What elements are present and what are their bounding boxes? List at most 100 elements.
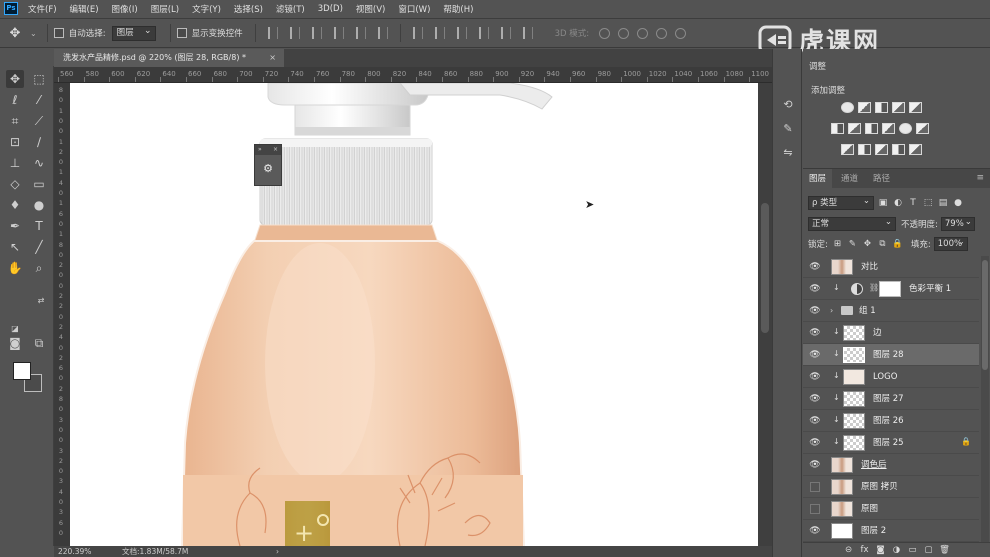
menu-type[interactable]: 文字(Y) — [192, 3, 221, 15]
3d-slide-icon[interactable] — [656, 27, 668, 39]
visibility-eye-icon[interactable]: 👁 — [809, 393, 821, 405]
lock-artboard-icon[interactable]: ⧉ — [877, 239, 888, 249]
lock-position-icon[interactable]: ✥ — [862, 239, 873, 249]
distribute-hcenter-icon[interactable] — [500, 27, 511, 39]
menu-3d[interactable]: 3D(D) — [318, 4, 343, 14]
menu-layer[interactable]: 图层(L) — [151, 3, 179, 15]
clone-stamp-icon[interactable]: ⊥ — [6, 154, 24, 172]
layer-row[interactable]: 原图 拷贝 — [803, 476, 979, 498]
canvas-scroll-thumb[interactable] — [761, 203, 769, 333]
align-right-icon[interactable] — [377, 27, 388, 39]
new-group-icon[interactable]: ▭ — [905, 545, 921, 555]
curves-icon[interactable] — [875, 102, 888, 113]
brush-settings-icon[interactable]: ✎ — [780, 121, 796, 137]
presets-panel-icon[interactable]: ⇋ — [780, 145, 796, 161]
move-tool-icon[interactable]: ✥ — [0, 26, 30, 41]
panel-menu-icon[interactable]: ≡ — [976, 173, 984, 183]
invert-icon[interactable] — [841, 144, 854, 155]
history-brush-icon[interactable]: ∿ — [30, 154, 48, 172]
visibility-eye-icon[interactable]: 👁 — [809, 327, 821, 339]
menu-window[interactable]: 窗口(W) — [398, 3, 430, 15]
visibility-eye-icon[interactable]: 👁 — [809, 459, 821, 471]
quick-mask-icon[interactable]: ◙ — [6, 334, 24, 352]
visibility-eye-icon[interactable]: 👁 — [809, 371, 821, 383]
tab-paths[interactable]: 路径 — [867, 169, 896, 189]
distribute-bottom-icon[interactable] — [456, 27, 467, 39]
add-mask-icon[interactable]: ◙ — [873, 545, 889, 555]
layer-row[interactable]: 原图 — [803, 498, 979, 520]
screen-mode-icon[interactable]: ⧉ — [30, 334, 48, 352]
tab-channels[interactable]: 通道 — [835, 169, 864, 189]
close-icon[interactable]: × — [273, 145, 278, 155]
lasso-icon[interactable]: ℓ — [6, 91, 24, 109]
menu-help[interactable]: 帮助(H) — [443, 3, 473, 15]
layer-row[interactable]: 👁 ↓ ⛓ 色彩平衡 1 — [803, 278, 979, 300]
gradient-map-icon[interactable] — [892, 144, 905, 155]
layer-row[interactable]: 👁 ↓ 边 — [803, 322, 979, 344]
auto-select-dropdown[interactable]: 图层 — [111, 25, 156, 41]
adjustments-tab[interactable]: 调整 — [809, 60, 826, 72]
fill-input[interactable]: 100% — [933, 236, 968, 251]
3d-scale-icon[interactable] — [675, 27, 687, 39]
visibility-eye-icon[interactable]: 👁 — [809, 283, 821, 295]
link-layers-icon[interactable]: ⊝ — [841, 545, 857, 555]
visibility-eye-icon[interactable]: 👁 — [809, 437, 821, 449]
foreground-color[interactable] — [13, 362, 31, 380]
crop-icon[interactable]: ⌗ — [6, 112, 24, 130]
blur-icon[interactable]: ♦ — [6, 196, 24, 214]
visibility-eye-icon[interactable]: 👁 — [809, 261, 821, 273]
threshold-icon[interactable] — [875, 144, 888, 155]
line-icon[interactable]: ╱ — [30, 238, 48, 256]
color-balance-icon[interactable] — [848, 123, 861, 134]
layer-row[interactable]: 👁 › 组 1 — [803, 300, 979, 322]
eraser-icon[interactable]: ◇ — [6, 175, 24, 193]
menu-filter[interactable]: 滤镜(T) — [276, 3, 305, 15]
lock-transparency-icon[interactable]: ⊞ — [832, 239, 843, 249]
properties-icon[interactable]: ⚙ — [255, 155, 281, 183]
layer-row[interactable]: 👁 ↓ 图层 26 — [803, 410, 979, 432]
floating-panel-header[interactable]: » × — [255, 145, 281, 155]
expand-icon[interactable]: » — [258, 146, 262, 153]
lock-pixels-icon[interactable]: ✎ — [847, 239, 858, 249]
visibility-eye-icon[interactable]: 👁 — [809, 415, 821, 427]
menu-image[interactable]: 图像(I) — [112, 3, 138, 15]
distribute-right-icon[interactable] — [522, 27, 533, 39]
expand-arrow-icon[interactable]: › — [830, 300, 833, 322]
color-lookup-icon[interactable] — [916, 123, 929, 134]
gradient-icon[interactable]: ▭ — [30, 175, 48, 193]
photo-filter-icon[interactable] — [882, 123, 895, 134]
visibility-off-box[interactable] — [810, 504, 820, 514]
distribute-vcenter-icon[interactable] — [434, 27, 445, 39]
type-icon[interactable]: T — [30, 217, 48, 235]
distribute-top-icon[interactable] — [412, 27, 423, 39]
3d-roll-icon[interactable] — [618, 27, 630, 39]
levels-icon[interactable] — [858, 102, 871, 113]
canvas-scrollbar[interactable] — [758, 83, 772, 546]
lock-all-icon[interactable]: 🔒 — [892, 239, 903, 249]
tool-preset-chevron-icon[interactable]: ⌄ — [30, 29, 37, 38]
brush-icon[interactable]: ∕ — [30, 133, 48, 151]
layer-row[interactable]: 👁 调色后 — [803, 454, 979, 476]
distribute-left-icon[interactable] — [478, 27, 489, 39]
layer-row[interactable]: 👁 对比 — [803, 256, 979, 278]
add-style-icon[interactable]: fx — [857, 545, 873, 555]
healing-brush-icon[interactable]: ⊡ — [6, 133, 24, 151]
vibrance-icon[interactable] — [909, 102, 922, 113]
show-transform-checkbox[interactable] — [176, 28, 187, 38]
visibility-off-box[interactable] — [810, 482, 820, 492]
filter-pixel-icon[interactable]: ▣ — [877, 198, 889, 208]
hand-icon[interactable]: ✋ — [6, 259, 24, 277]
3d-pan-icon[interactable] — [637, 27, 649, 39]
layers-scroll-thumb[interactable] — [982, 260, 988, 370]
status-menu-icon[interactable]: › — [276, 546, 279, 557]
opacity-input[interactable]: 79% — [940, 216, 975, 231]
menu-file[interactable]: 文件(F) — [28, 3, 57, 15]
zoom-level[interactable]: 220.39% — [58, 546, 91, 557]
brightness-icon[interactable] — [841, 102, 854, 113]
document-canvas[interactable]: + — [70, 83, 758, 546]
delete-layer-icon[interactable]: 🗑 — [937, 545, 953, 555]
move-icon[interactable]: ✥ — [6, 70, 24, 88]
menu-view[interactable]: 视图(V) — [356, 3, 385, 15]
photoshop-logo-icon[interactable]: Ps — [4, 2, 18, 15]
path-selection-icon[interactable]: ↖ — [6, 238, 24, 256]
